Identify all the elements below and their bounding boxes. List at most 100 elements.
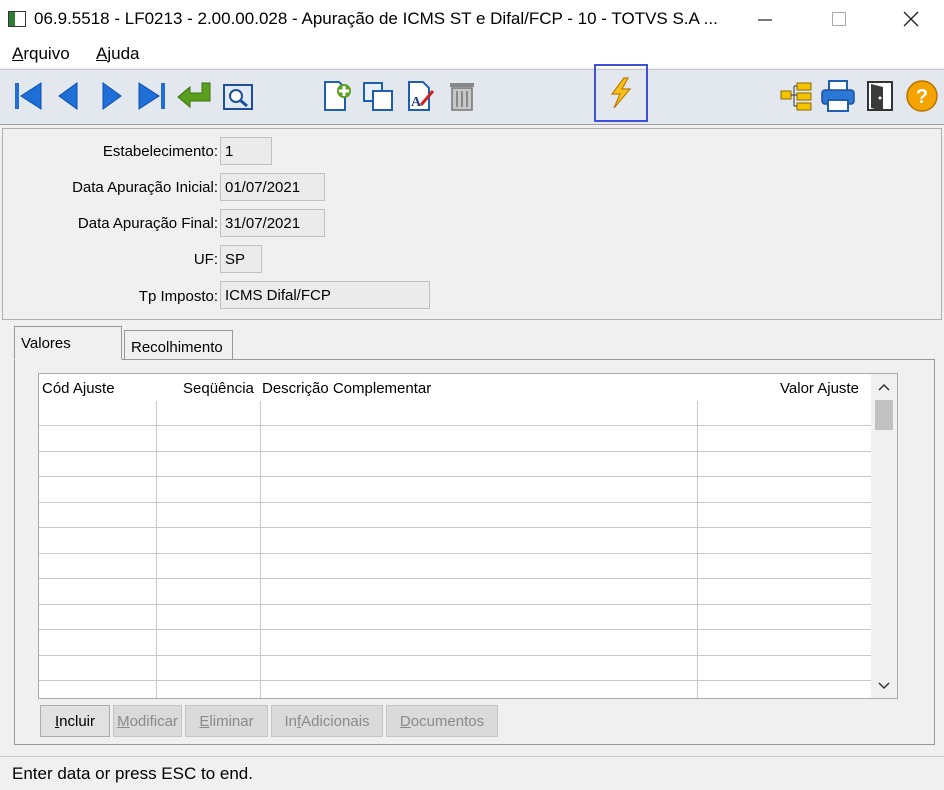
table-row[interactable] <box>39 502 871 503</box>
maximize-icon <box>832 12 846 26</box>
eliminar-mnemonic: E <box>199 712 210 730</box>
goto-button[interactable] <box>176 78 212 114</box>
app-icon <box>8 11 26 27</box>
menu-ajuda[interactable]: Ajuda <box>96 44 139 64</box>
delete-record-button[interactable] <box>444 78 480 114</box>
inf-adicionais-label: Adicionais <box>301 712 370 730</box>
uf-field[interactable]: SP <box>220 245 262 273</box>
table-row[interactable] <box>39 476 871 477</box>
menu-arquivo[interactable]: Arquivo <box>12 44 70 64</box>
exit-button[interactable] <box>862 78 898 114</box>
menu-ajuda-label: juda <box>107 44 140 63</box>
col-divider <box>156 401 157 698</box>
execute-button[interactable] <box>594 64 648 122</box>
help-button[interactable]: ? <box>904 78 940 114</box>
tab-recolhimento[interactable]: Recolhimento <box>124 330 233 360</box>
first-icon <box>15 82 42 110</box>
data-final-field[interactable]: 31/07/2021 <box>220 209 325 237</box>
goto-icon <box>177 82 211 109</box>
table-row[interactable] <box>39 680 871 681</box>
copy-icon <box>363 82 393 111</box>
menu-ajuda-mnemonic: A <box>96 44 108 63</box>
col-sequencia[interactable]: Seqüência <box>183 380 254 397</box>
minimize-icon <box>758 19 772 21</box>
chevron-down-icon <box>878 682 890 690</box>
incluir-button[interactable]: Incluir <box>40 705 110 737</box>
prev-icon <box>58 82 78 110</box>
execute-lightning-icon <box>610 77 632 109</box>
table-row[interactable] <box>39 629 871 630</box>
copy-record-button[interactable] <box>360 78 396 114</box>
first-record-button[interactable] <box>10 78 46 114</box>
estabelecimento-field[interactable]: 1 <box>220 137 272 165</box>
table-row[interactable] <box>39 578 871 579</box>
window-title: 06.9.5518 - LF0213 - 2.00.00.028 - Apura… <box>34 9 718 28</box>
tree-icon <box>780 82 812 111</box>
tab-valores[interactable]: Valores <box>14 326 122 360</box>
exit-door-icon <box>867 81 893 111</box>
data-inicial-field[interactable]: 01/07/2021 <box>220 173 325 201</box>
tree-view-button[interactable] <box>778 78 814 114</box>
chevron-up-icon <box>878 383 890 391</box>
inf-adicionais-button[interactable]: In f Adicionais <box>271 705 383 737</box>
col-divider <box>697 401 698 698</box>
toolbar: A ? <box>0 64 944 125</box>
table-row[interactable] <box>39 425 871 426</box>
search-button[interactable] <box>220 78 256 114</box>
table-row[interactable] <box>39 604 871 605</box>
documentos-mnemonic: D <box>399 712 411 730</box>
minimize-button[interactable] <box>742 0 788 38</box>
menu-arquivo-mnemonic: A <box>12 44 24 63</box>
col-descricao[interactable]: Descrição Complementar <box>262 380 431 397</box>
next-record-button[interactable] <box>94 78 130 114</box>
col-cod-ajuste[interactable]: Cód Ajuste <box>42 380 115 397</box>
status-bar: Enter data or press ESC to end. <box>0 756 944 790</box>
title-bar: 06.9.5518 - LF0213 - 2.00.00.028 - Apura… <box>0 0 944 38</box>
print-button[interactable] <box>820 78 856 114</box>
modificar-label: odificar <box>129 712 178 730</box>
tp-imposto-label: Tp Imposto: <box>138 288 218 305</box>
previous-record-button[interactable] <box>50 78 86 114</box>
svg-text:?: ? <box>916 86 928 108</box>
documentos-button[interactable]: Documentos <box>386 705 498 737</box>
new-record-button[interactable] <box>318 78 354 114</box>
delete-icon <box>450 83 474 111</box>
scroll-thumb[interactable] <box>875 400 893 430</box>
col-divider <box>260 401 261 698</box>
svg-text:A: A <box>411 95 422 110</box>
close-button[interactable] <box>888 0 934 38</box>
modificar-button[interactable]: Modificar <box>113 705 182 737</box>
last-icon <box>138 82 165 110</box>
new-icon <box>324 81 351 111</box>
data-final-label: Data Apuração Final: <box>77 215 218 232</box>
table-row[interactable] <box>39 451 871 452</box>
next-icon <box>102 82 122 110</box>
edit-record-button[interactable]: A <box>402 78 438 114</box>
close-icon <box>903 11 919 27</box>
edit-icon: A <box>408 81 435 111</box>
table-row[interactable] <box>39 655 871 656</box>
menu-bar: Arquivo Ajuda <box>0 38 944 68</box>
data-inicial-label: Data Apuração Inicial: <box>72 179 218 196</box>
documentos-label: ocumentos <box>410 712 485 730</box>
grid-scrollbar[interactable] <box>871 374 897 698</box>
scroll-down-button[interactable] <box>875 676 893 696</box>
estabelecimento-label: Estabelecimento: <box>102 143 218 160</box>
help-icon: ? <box>906 80 938 112</box>
eliminar-button[interactable]: Eliminar <box>185 705 268 737</box>
status-text: Enter data or press ESC to end. <box>12 764 253 783</box>
eliminar-label: liminar <box>209 712 254 730</box>
table-row[interactable] <box>39 553 871 554</box>
tp-imposto-field[interactable]: ICMS Difal/FCP <box>220 281 430 309</box>
maximize-button[interactable] <box>816 0 862 38</box>
modificar-mnemonic: M <box>117 712 130 730</box>
menu-arquivo-label: rquivo <box>23 44 70 63</box>
last-record-button[interactable] <box>134 78 170 114</box>
col-valor-ajuste[interactable]: Valor Ajuste <box>780 380 859 397</box>
ajustes-grid[interactable]: Cód Ajuste Seqüência Descrição Complemen… <box>38 373 898 699</box>
search-zoom-icon <box>223 84 253 110</box>
table-row[interactable] <box>39 527 871 528</box>
incluir-label: ncluir <box>59 712 96 730</box>
uf-label: UF: <box>193 251 218 268</box>
scroll-up-button[interactable] <box>875 377 893 397</box>
